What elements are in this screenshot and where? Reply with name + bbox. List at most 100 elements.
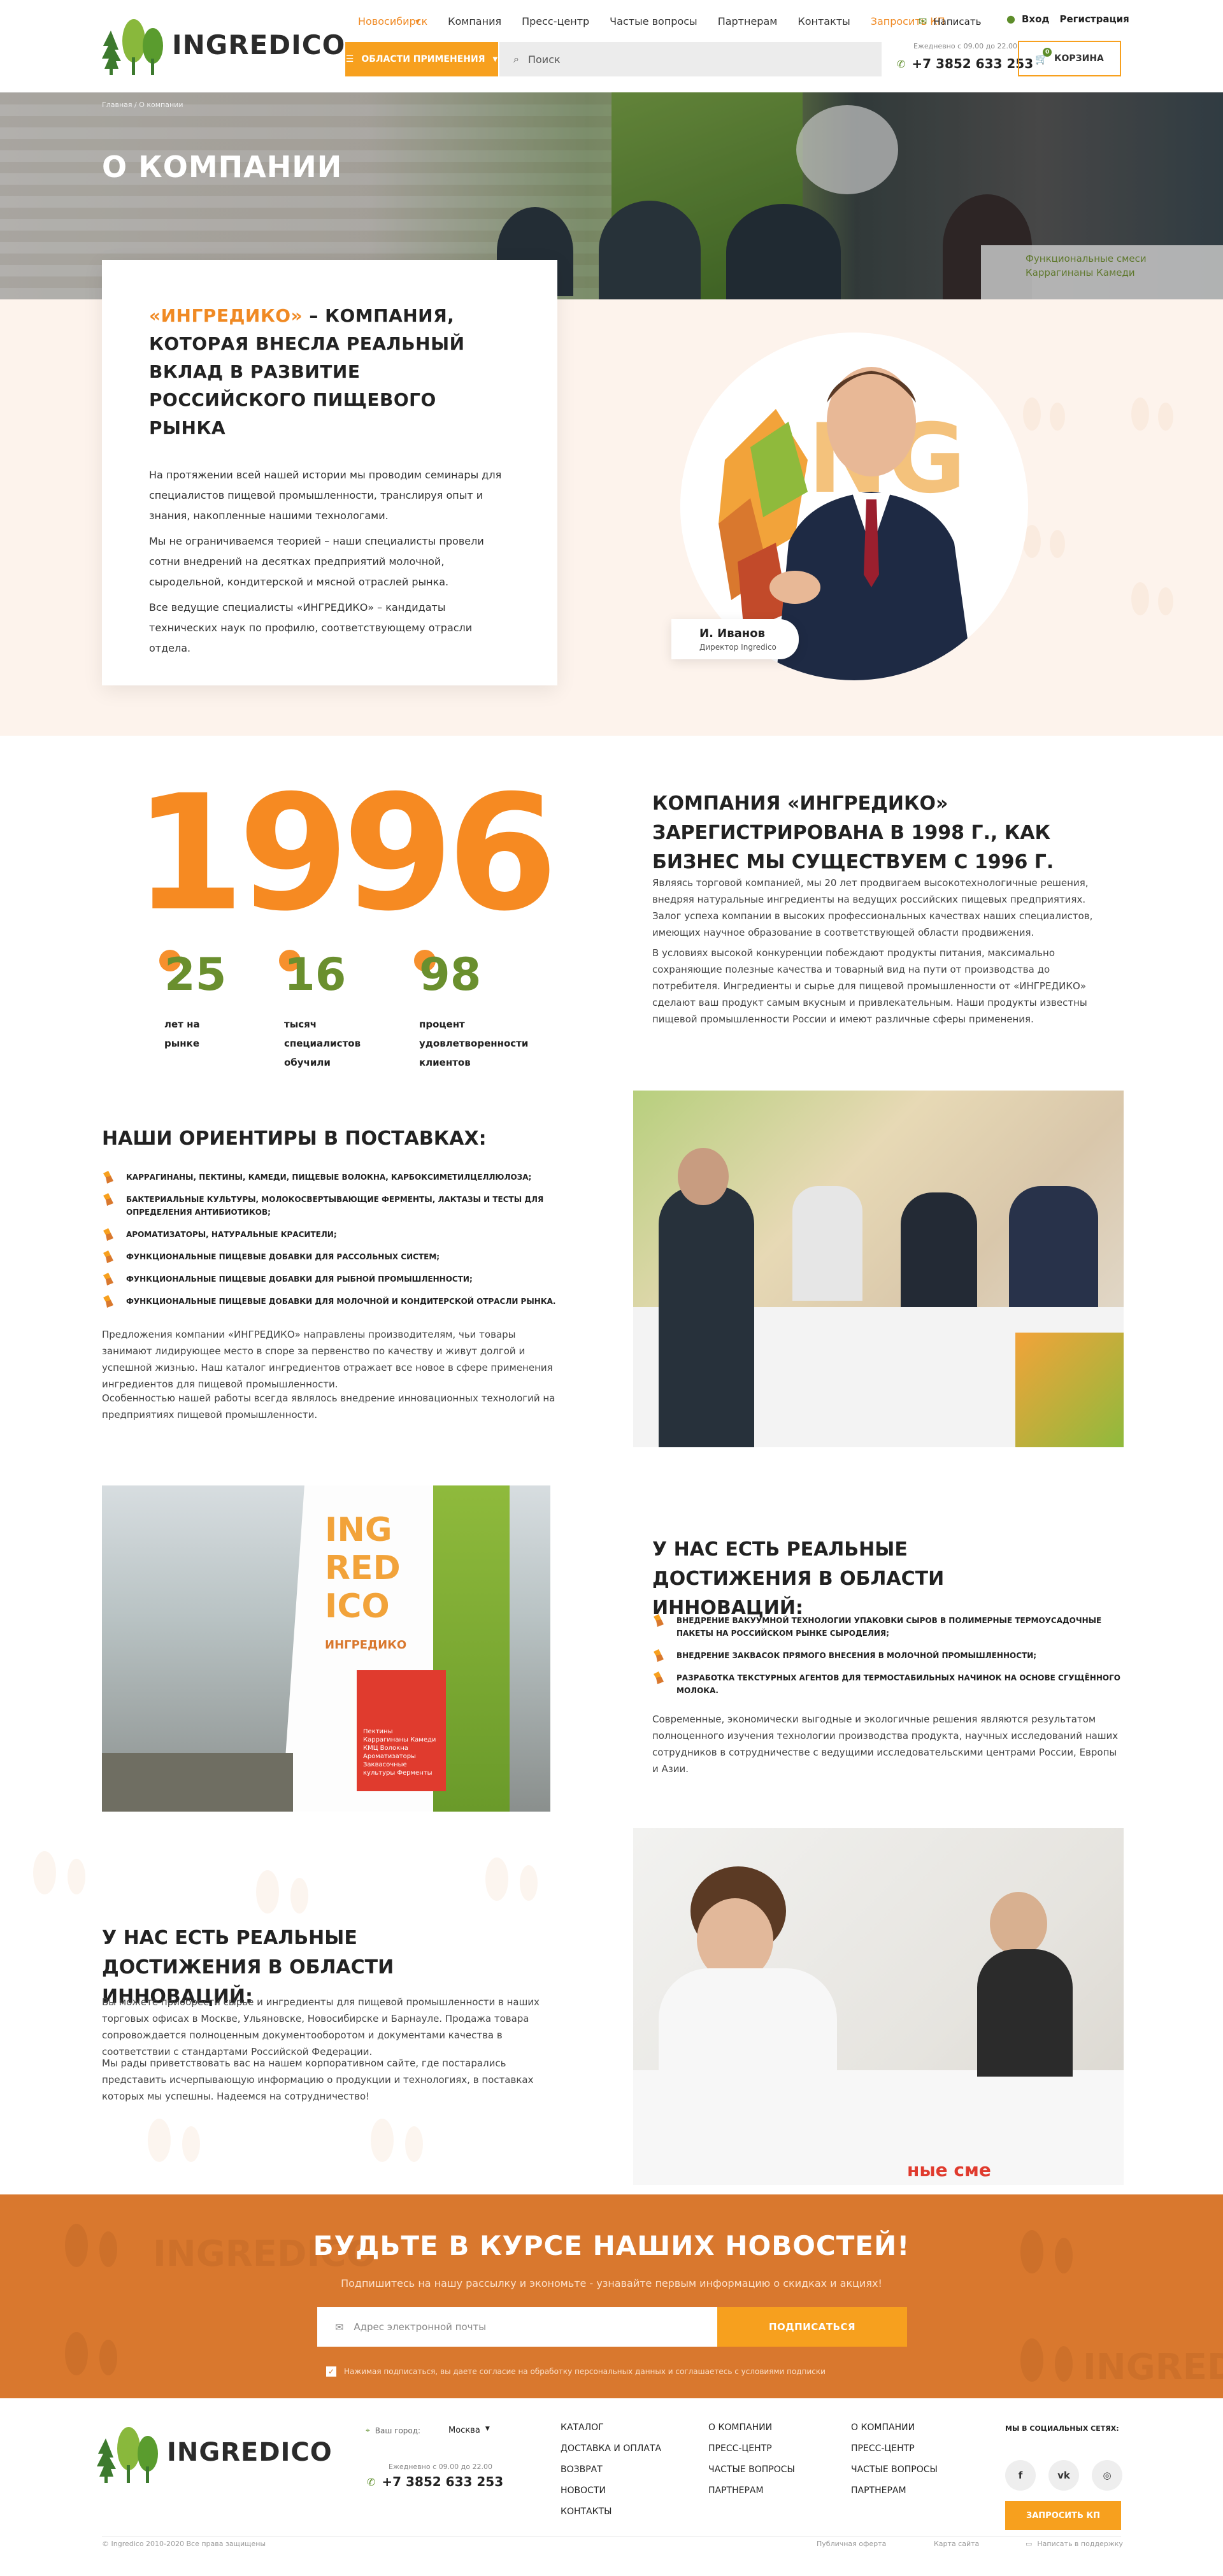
cart-label: КОРЗИНА: [1054, 54, 1104, 64]
subscribe-button[interactable]: ПОДПИСАТЬСЯ: [717, 2307, 907, 2347]
innovations-paragraph: Современные, экономически выгодные и эко…: [652, 1714, 1119, 1775]
footer-link[interactable]: КАТАЛОГ: [561, 2417, 661, 2438]
footer-link[interactable]: ЧАСТЫЕ ВОПРОСЫ: [708, 2459, 795, 2480]
director-name: И. Иванов: [699, 627, 765, 640]
about-card: «ИНГРЕДИКО» – КОМПАНИЯ, КОТОРАЯ ВНЕСЛА Р…: [102, 260, 557, 685]
list-item-text: ВНЕДРЕНИЕ ВАКУУМНОЙ ТЕХНОЛОГИИ УПАКОВКИ …: [676, 1616, 1102, 1638]
login-link[interactable]: Вход: [1022, 13, 1050, 25]
chevron-down-icon: ▼: [485, 2426, 490, 2432]
support-link[interactable]: ▭ Написать в поддержку: [1026, 2540, 1123, 2548]
register-link[interactable]: Регистрация: [1060, 13, 1129, 25]
nav-contacts[interactable]: Контакты: [797, 15, 850, 27]
cart-button[interactable]: 🛒 0 КОРЗИНА: [1018, 41, 1121, 76]
social-title: МЫ В СОЦИАЛЬНЫХ СЕТЯХ:: [1005, 2424, 1119, 2433]
innovations2-paragraph: Мы рады приветствовать вас на нашем корп…: [102, 2057, 534, 2102]
expo-floor: [102, 1753, 293, 1812]
sitemap-link[interactable]: Карта сайта: [934, 2540, 979, 2548]
footer-link[interactable]: ПРЕСС-ЦЕНТР: [708, 2438, 795, 2459]
mail-icon: ✉: [919, 15, 927, 27]
footer-link[interactable]: ПАРТНЕРАМ: [851, 2480, 938, 2501]
list-item-text: АРОМАТИЗАТОРЫ, НАТУРАЛЬНЫЕ КРАСИТЕЛИ;: [126, 1230, 337, 1239]
about-paragraph: Мы не ограничиваемся теорией – наши спец…: [149, 535, 484, 588]
footer-logo[interactable]: INGREDICO: [97, 2421, 333, 2484]
innovations2-paragraph: Вы можете приобрести сырье и ингредиенты…: [102, 1996, 540, 2057]
list-item-text: ВНЕДРЕНИЕ ЗАКВАСОК ПРЯМОГО ВНЕСЕНИЯ В МО…: [676, 1651, 1037, 1660]
search-input[interactable]: Поиск: [528, 54, 561, 66]
stat-trained: 16 тысяч специалистов обучили: [279, 950, 386, 1072]
stat-label: лет на рынке: [164, 1019, 200, 1049]
email-field[interactable]: ✉ Адрес электронной почты: [317, 2307, 717, 2347]
supplies-paragraph: Особенностью нашей работы всегда являлос…: [102, 1392, 555, 1420]
copyright: © Ingredico 2010-2020 Все права защищены: [102, 2540, 266, 2548]
offer-link[interactable]: Публичная оферта: [817, 2540, 886, 2548]
footer-col-1: КАТАЛОГ ДОСТАВКА И ОПЛАТА ВОЗВРАТ НОВОСТИ КО…: [561, 2417, 661, 2522]
logo[interactable]: INGREDICO: [102, 13, 345, 76]
list-item: ВНЕДРЕНИЕ ЗАКВАСОК ПРЯМОГО ВНЕСЕНИЯ В МО…: [652, 1649, 1124, 1662]
logo-text: INGREDICO: [172, 29, 346, 61]
stat-label: тысяч специалистов обучили: [284, 1019, 361, 1068]
leaf-bullet-icon: [652, 1614, 665, 1627]
newsletter-subtitle: Подпишитесь на нашу рассылку и экономьте…: [341, 2277, 882, 2289]
expo-photo-2: ING RED ICO ИНГРЕДИКО Пектины Каррагинаны …: [102, 1485, 550, 1812]
site-header: INGREDICO Новосибирск Компания Пресс-цен…: [0, 0, 1223, 92]
stat-years: 25 лет на рынке: [159, 950, 226, 1053]
about-heading-accent: «ИНГРЕДИКО»: [149, 305, 303, 326]
leaf-bullet-icon: [102, 1250, 115, 1263]
footer-link[interactable]: ПАРТНЕРАМ: [708, 2480, 795, 2501]
instagram-icon[interactable]: ◎: [1092, 2460, 1122, 2491]
footer-phone[interactable]: ✆ +7 3852 633 253: [367, 2474, 503, 2489]
stand-sign: Пектины Каррагинаны Камеди КМЦ Волокна А…: [357, 1670, 446, 1791]
footer-link[interactable]: ВОЗВРАТ: [561, 2459, 661, 2480]
stand-logo: ING RED ICO: [325, 1511, 401, 1626]
list-item-text: КАРРАГИНАНЫ, ПЕКТИНЫ, КАМЕДИ, ПИЩЕВЫЕ ВО…: [126, 1173, 532, 1182]
breadcrumb[interactable]: Главная / О компании: [102, 101, 183, 109]
list-item-text: ФУНКЦИОНАЛЬНЫЕ ПИЩЕВЫЕ ДОБАВКИ ДЛЯ РЫБНО…: [126, 1275, 473, 1284]
consent-checkbox[interactable]: ✓: [326, 2366, 336, 2377]
logo-trees-icon: [102, 19, 163, 75]
nav-partners[interactable]: Партнерам: [718, 15, 778, 27]
stat-label: процент удовлетворенности клиентов: [419, 1019, 529, 1068]
list-item: КАРРАГИНАНЫ, ПЕКТИНЫ, КАМЕДИ, ПИЩЕВЫЕ ВО…: [102, 1171, 586, 1184]
person-silhouette: [659, 1968, 837, 2108]
footer-link[interactable]: КОНТАКТЫ: [561, 2501, 661, 2522]
footer-phone-number: +7 3852 633 253: [382, 2474, 504, 2489]
footer-link[interactable]: О КОМПАНИИ: [851, 2417, 938, 2438]
list-item: ФУНКЦИОНАЛЬНЫЕ ПИЩЕВЫЕ ДОБАВКИ ДЛЯ МОЛОЧ…: [102, 1295, 586, 1308]
nav-press[interactable]: Пресс-центр: [522, 15, 589, 27]
vk-icon[interactable]: vk: [1048, 2460, 1079, 2491]
person-head: [678, 1148, 729, 1205]
about-section: «ИНГРЕДИКО» – КОМПАНИЯ, КОТОРАЯ ВНЕСЛА Р…: [0, 260, 1223, 736]
expo-photo-3: ные сме: [633, 1828, 1124, 2185]
footer-link[interactable]: НОВОСТИ: [561, 2480, 661, 2501]
footer-link[interactable]: О КОМПАНИИ: [708, 2417, 795, 2438]
desk-text: ные сме: [907, 2159, 991, 2180]
svg-text:INGREDICO: INGREDICO: [1083, 2347, 1223, 2388]
nav-faq[interactable]: Частые вопросы: [610, 15, 697, 27]
list-item: ФУНКЦИОНАЛЬНЫЕ ПИЩЕВЫЕ ДОБАВКИ ДЛЯ РАССО…: [102, 1250, 586, 1263]
list-item-text: РАЗРАБОТКА ТЕКСТУРНЫХ АГЕНТОВ ДЛЯ ТЕРМОС…: [676, 1673, 1120, 1695]
facebook-icon[interactable]: f: [1005, 2460, 1036, 2491]
city-select[interactable]: Москва ▼: [448, 2426, 490, 2435]
consent-text: Нажимая подписаться, вы даете согласие н…: [344, 2367, 826, 2376]
director-role: Директор Ingredico: [699, 643, 776, 652]
nav-company[interactable]: Компания: [448, 15, 501, 27]
stat-satisfaction: 98 процент удовлетворенности клиентов: [414, 950, 553, 1072]
history-heading: КОМПАНИЯ «ИНГРЕДИКО» ЗАРЕГИСТРИРОВАНА В …: [652, 792, 1054, 873]
list-item-text: БАКТЕРИАЛЬНЫЕ КУЛЬТУРЫ, МОЛОКОСВЕРТЫВАЮЩ…: [126, 1195, 544, 1217]
footer-kp-button[interactable]: ЗАПРОСИТЬ КП: [1005, 2501, 1121, 2530]
history-section: 1996 25 лет на рынке 16 тысяч специалист…: [0, 736, 1223, 1089]
chevron-down-icon: ▼: [492, 55, 498, 63]
phone-number: +7 3852 633 253: [912, 56, 1034, 71]
leaf-bullet-icon: [652, 1671, 665, 1684]
search-icon: ⌕: [513, 53, 519, 65]
about-paragraph: На протяжении всей нашей истории мы пров…: [149, 469, 502, 522]
search-bar[interactable]: ⌕ Поиск: [499, 42, 882, 76]
footer-link[interactable]: ДОСТАВКА И ОПЛАТА: [561, 2438, 661, 2459]
areas-button[interactable]: ☰ ОБЛАСТИ ПРИМЕНЕНИЯ ▼: [345, 42, 498, 76]
phone-icon: ✆: [897, 57, 906, 70]
footer-link[interactable]: ПРЕСС-ЦЕНТР: [851, 2438, 938, 2459]
write-link[interactable]: ✉ Написать: [919, 15, 981, 27]
booth-logo-graphic: [1015, 1333, 1124, 1447]
phone-link[interactable]: ✆ +7 3852 633 253: [897, 56, 1033, 71]
footer-link[interactable]: ЧАСТЫЕ ВОПРОСЫ: [851, 2459, 938, 2480]
